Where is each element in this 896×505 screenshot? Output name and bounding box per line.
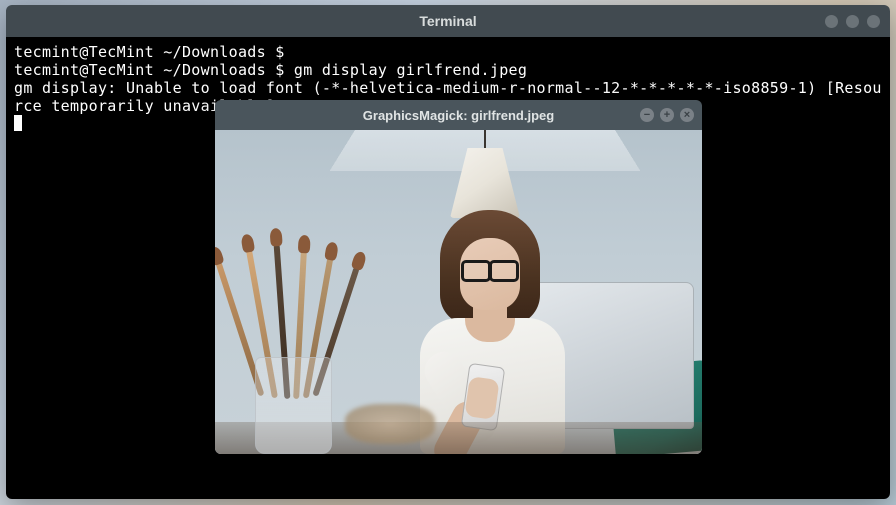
terminal-line: tecmint@TecMint ~/Downloads $ gm display… xyxy=(14,61,527,79)
close-icon: × xyxy=(684,110,690,121)
maximize-button[interactable]: + xyxy=(660,108,674,122)
image-content[interactable]: Q xyxy=(215,130,702,454)
image-viewer-title: GraphicsMagick: girlfrend.jpeg xyxy=(363,108,554,123)
minimize-icon: − xyxy=(644,110,650,121)
close-button[interactable]: × xyxy=(680,108,694,122)
image-viewer-window: GraphicsMagick: girlfrend.jpeg − + × Q xyxy=(215,100,702,454)
maximize-icon: + xyxy=(664,110,670,121)
terminal-title: Terminal xyxy=(419,13,476,29)
image-viewer-titlebar[interactable]: GraphicsMagick: girlfrend.jpeg − + × xyxy=(215,100,702,130)
cursor-icon xyxy=(14,115,22,131)
paint-brushes xyxy=(215,254,365,454)
glasses-icon xyxy=(461,260,519,278)
minimize-button[interactable]: − xyxy=(640,108,654,122)
terminal-line: tecmint@TecMint ~/Downloads $ xyxy=(14,43,285,61)
terminal-window-controls xyxy=(825,5,880,37)
maximize-button[interactable] xyxy=(846,15,859,28)
terminal-titlebar[interactable]: Terminal xyxy=(6,5,890,37)
minimize-button[interactable] xyxy=(825,15,838,28)
image-viewer-controls: − + × xyxy=(640,100,694,130)
close-button[interactable] xyxy=(867,15,880,28)
